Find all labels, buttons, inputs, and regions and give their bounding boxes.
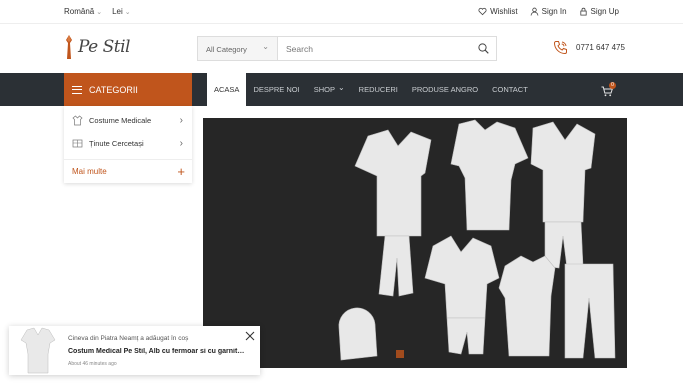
nav-menu: ACASA DESPRE NOI SHOP REDUCERI PRODUSE A… (207, 73, 535, 106)
heart-icon (478, 7, 487, 16)
categories-toggle[interactable]: CATEGORII (64, 73, 192, 106)
search-input[interactable] (278, 37, 470, 60)
wishlist-label: Wishlist (490, 7, 518, 16)
category-label: Ținute Cercetași (89, 139, 144, 148)
phone-number: 0771 647 475 (576, 43, 625, 52)
search-button[interactable] (470, 37, 496, 60)
language-selector[interactable]: Română (64, 7, 102, 16)
search-icon (477, 43, 489, 54)
main-nav: CATEGORII ACASA DESPRE NOI SHOP REDUCERI… (0, 73, 683, 106)
sign-up-label: Sign Up (590, 7, 619, 16)
search-bar: All Category (197, 36, 497, 61)
nav-item-produse-angro[interactable]: PRODUSE ANGRO (405, 73, 485, 106)
more-categories-link[interactable]: Mai multe + (64, 159, 192, 182)
categories-dropdown: Costume Medicale Ținute Cercetași Mai mu… (64, 106, 192, 183)
toast-timestamp: About 46 minutes ago (68, 361, 117, 367)
phone-icon (553, 41, 567, 55)
medical-uniform-icon (72, 115, 83, 126)
lock-icon (579, 7, 587, 16)
category-item-tinute-cercetasi[interactable]: Ținute Cercetași (64, 132, 192, 155)
hero-banner[interactable] (203, 118, 627, 368)
toast-message: Cineva din Piatra Neamț a adăugat în coș (68, 335, 189, 342)
cart-count-badge: 0 (609, 82, 616, 89)
top-bar: Română Lei Wishlist Sign In Sign Up (0, 0, 683, 24)
medical-uniforms-image (338, 119, 616, 361)
wishlist-link[interactable]: Wishlist (478, 7, 518, 16)
nav-item-acasa[interactable]: ACASA (207, 73, 247, 106)
nav-item-shop[interactable]: SHOP (307, 73, 352, 106)
recent-purchase-toast: Cineva din Piatra Neamț a adăugat în coș… (9, 326, 260, 375)
close-icon[interactable] (245, 331, 255, 341)
user-icon (530, 7, 538, 16)
sign-in-label: Sign In (541, 7, 567, 16)
category-item-costume-medicale[interactable]: Costume Medicale (64, 109, 192, 132)
product-thumbnail (13, 326, 63, 375)
plus-icon: + (177, 164, 185, 179)
currency-selector[interactable]: Lei (112, 7, 131, 16)
nav-item-contact[interactable]: CONTACT (485, 73, 535, 106)
site-header: Pe Stil All Category 0771 647 475 (0, 24, 683, 73)
menu-icon (72, 85, 82, 94)
site-logo[interactable]: Pe Stil (64, 34, 131, 60)
phone-contact[interactable]: 0771 647 475 (553, 40, 625, 55)
more-categories-label: Mai multe (72, 166, 107, 176)
sign-up-link[interactable]: Sign Up (579, 7, 619, 16)
search-category-select[interactable]: All Category (198, 37, 278, 60)
scout-uniform-icon (72, 139, 83, 148)
category-label: Costume Medicale (89, 116, 152, 125)
nav-item-reduceri[interactable]: REDUCERI (352, 73, 405, 106)
toast-product-link[interactable]: Costum Medical Pe Stil, Alb cu fermoar s… (68, 348, 248, 355)
logo-text: Pe Stil (78, 37, 131, 57)
categories-label: CATEGORII (89, 84, 138, 95)
sign-in-link[interactable]: Sign In (530, 7, 567, 16)
nav-item-despre-noi[interactable]: DESPRE NOI (246, 73, 306, 106)
cart-button[interactable]: 0 (601, 82, 616, 97)
logo-mark-icon (66, 35, 72, 59)
